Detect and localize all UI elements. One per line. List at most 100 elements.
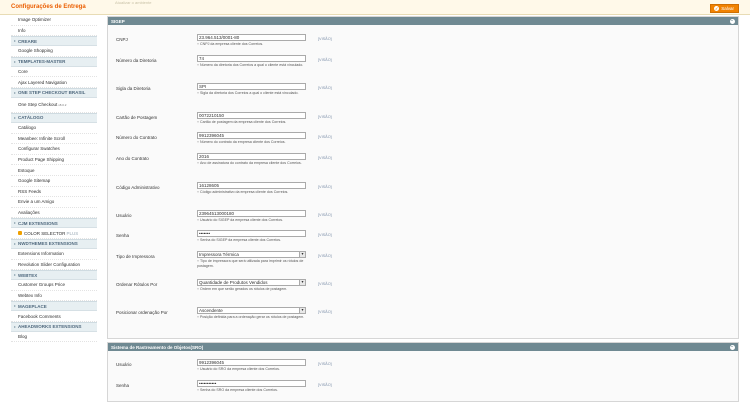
sidebar-section-title[interactable]: CATÁLOGO xyxy=(11,113,97,123)
version-badge: v8.0.2 xyxy=(58,102,67,107)
collapse-icon[interactable] xyxy=(730,344,735,350)
scope-label: [VISÃO] xyxy=(318,135,332,139)
field-input[interactable]: 23.964.513/0001-80 xyxy=(197,34,306,41)
field-note: Usuário do SRO da empresa cliente dos Co… xyxy=(197,367,309,372)
sidebar-section-title[interactable]: TEMPLATES-MASTER xyxy=(11,57,97,67)
field-label: Cartão de Postagem xyxy=(116,115,158,120)
sro-fieldset: Sistema de Rastreamento de Objetos(SRO) … xyxy=(107,342,739,402)
section-arrow-icon xyxy=(14,325,16,328)
field-note: Senha do SRO da empresa cliente dos Corr… xyxy=(197,388,309,393)
sidebar-section-title[interactable]: NWDTHEMES EXTENSIONS xyxy=(11,239,97,249)
sidebar-section-title[interactable]: CJM EXTENSIONS xyxy=(11,219,97,229)
sidebar-section: WEBTEX Customer Groups Price Webtex Info xyxy=(11,270,97,302)
sidebar-item[interactable]: Product Page Shipping xyxy=(11,155,97,166)
sidebar-item[interactable]: Google Sitemap xyxy=(11,176,97,187)
sigep-header[interactable]: SIGEP xyxy=(108,17,738,25)
sidebar-item[interactable]: Catálogo xyxy=(11,123,97,134)
field-label: Código Administrativo xyxy=(116,185,160,190)
sidebar-section: NWDTHEMES EXTENSIONS Extensions Informat… xyxy=(11,238,97,271)
sidebar-item[interactable]: One Step Checkout v8.0.2 xyxy=(11,98,97,113)
sidebar-section: CJM EXTENSIONS COLOR SELECTOR PLUS xyxy=(11,218,97,239)
field-note: Número do contrato da empresa cliente do… xyxy=(197,140,309,145)
sidebar-section: TEMPLATES-MASTER Core Ajax Layered Navig… xyxy=(11,56,97,88)
sidebar-item[interactable]: Google Shopping xyxy=(11,46,97,57)
save-icon: ✓ xyxy=(714,6,720,11)
field-note: Sigla da diretoria dos Correios a qual o… xyxy=(197,91,309,96)
sidebar-item[interactable]: Revolution Slider Configuration xyxy=(11,260,97,271)
field-note: CNPJ da empresa cliente dos Correios. xyxy=(197,42,309,47)
sidebar-item[interactable]: COLOR SELECTOR PLUS xyxy=(11,228,97,239)
sidebar-item[interactable]: Core xyxy=(11,67,97,78)
field-label: Posicionar ordenação Por xyxy=(116,310,168,315)
sidebar-section-title[interactable]: AHEADWORKS EXTENSIONS xyxy=(11,322,97,332)
section-arrow-icon xyxy=(14,242,16,245)
field-input[interactable]: 74 xyxy=(197,55,306,62)
field-label: Tipo de Impressora xyxy=(116,254,155,259)
scope-label: [VISÃO] xyxy=(318,282,332,286)
field-input[interactable]: SPI xyxy=(197,83,306,90)
sidebar-section-title[interactable]: MAGEPLACE xyxy=(11,302,97,312)
scope-label: [VISÃO] xyxy=(318,362,332,366)
page-title: Configurações de Entrega xyxy=(11,4,86,10)
section-arrow-icon xyxy=(14,222,16,225)
field-input[interactable]: 9912396045 xyxy=(197,132,306,139)
field-select[interactable]: Quantidade de Produtos Vendidos xyxy=(197,279,306,286)
collapse-icon[interactable] xyxy=(730,18,735,24)
scope-label: [VISÃO] xyxy=(318,185,332,189)
sidebar-section: CREARE Google Shopping xyxy=(11,36,97,57)
scope-label: [VISÃO] xyxy=(318,213,332,217)
field-input[interactable]: 9912396045 xyxy=(197,359,306,366)
password-field[interactable]: ••••••••••• xyxy=(197,380,306,387)
field-label: Número do Contrato xyxy=(116,135,157,140)
sigep-fieldset: SIGEP CNPJ 23.964.513/0001-80CNPJ da empr… xyxy=(107,16,739,339)
sro-header[interactable]: Sistema de Rastreamento de Objetos(SRO) xyxy=(108,343,738,351)
field-label: Sigla da Diretoria xyxy=(116,86,151,91)
sidebar-section-title[interactable]: CREARE xyxy=(11,37,97,47)
section-arrow-icon xyxy=(14,274,16,277)
field-input[interactable]: 2016 xyxy=(197,153,306,160)
scope-label: [VISÃO] xyxy=(318,233,332,237)
field-note: Código administrativo da empresa cliente… xyxy=(197,190,309,195)
scope-label: [VISÃO] xyxy=(318,254,332,258)
sidebar-item[interactable]: Envie a um Amigo xyxy=(11,197,97,208)
sidebar-item[interactable]: Meanbee: Infinite Scroll xyxy=(11,134,97,145)
scope-label: [VISÃO] xyxy=(318,86,332,90)
sidebar-item[interactable]: Image Optimizer xyxy=(11,15,97,26)
password-field[interactable]: ••••••• xyxy=(197,230,306,237)
field-input[interactable]: 0072210150 xyxy=(197,112,306,119)
field-select[interactable]: Impressora Térmica xyxy=(197,251,306,258)
sidebar-item[interactable]: Facebook Comments xyxy=(11,311,97,322)
page-header: Configurações de Entrega Atualizar o amb… xyxy=(0,0,750,15)
section-arrow-icon xyxy=(14,305,16,308)
field-input[interactable]: 16128605 xyxy=(197,182,306,189)
sidebar-item[interactable]: Extensions Information xyxy=(11,249,97,260)
sidebar-section: ONE STEP CHECKOUT BRASIL One Step Checko… xyxy=(11,87,97,113)
sidebar-item[interactable]: Info xyxy=(11,26,97,37)
sidebar-item[interactable]: RSS Feeds xyxy=(11,187,97,198)
sidebar-item[interactable]: Ajax Layered Navigation xyxy=(11,77,97,88)
field-note: Cartão de postagem da empresa cliente do… xyxy=(197,120,309,125)
field-note: Ordem em que serão gerados os rótulos de… xyxy=(197,287,309,292)
field-label: Senha xyxy=(116,233,130,238)
sidebar-item[interactable]: Customer Groups Price xyxy=(11,280,97,291)
field-select[interactable]: Ascendente xyxy=(197,307,306,314)
scope-label: [VISÃO] xyxy=(318,37,332,41)
sidebar-item[interactable]: Webtex Info xyxy=(11,291,97,302)
sidebar-item[interactable]: Configurar Swatches xyxy=(11,144,97,155)
field-note: Senha do SIGEP da empresa cliente dos Co… xyxy=(197,238,309,243)
field-note: Número da diretoria dos Correios a qual … xyxy=(197,63,309,68)
sidebar-item[interactable]: Estoque xyxy=(11,165,97,176)
field-label: Usuário xyxy=(116,213,132,218)
sidebar-section-title[interactable]: ONE STEP CHECKOUT BRASIL xyxy=(11,88,97,98)
field-input[interactable]: 23964513000180 xyxy=(197,210,306,217)
save-button[interactable]: ✓ Salvar xyxy=(710,4,739,13)
field-note: Ano de assinatura do contrato da empresa… xyxy=(197,161,309,166)
sidebar-item[interactable]: Blog xyxy=(11,332,97,343)
section-arrow-icon xyxy=(14,91,16,94)
field-label: Senha xyxy=(116,383,130,388)
color-selector-icon xyxy=(18,231,22,236)
sidebar-section: CATÁLOGO Catálogo Meanbee: Infinite Scro… xyxy=(11,112,97,219)
sidebar-section-title[interactable]: WEBTEX xyxy=(11,271,97,281)
field-note: Usuário do SIGEP da empresa cliente dos … xyxy=(197,218,309,223)
sidebar-item[interactable]: Avaliações xyxy=(11,208,97,219)
